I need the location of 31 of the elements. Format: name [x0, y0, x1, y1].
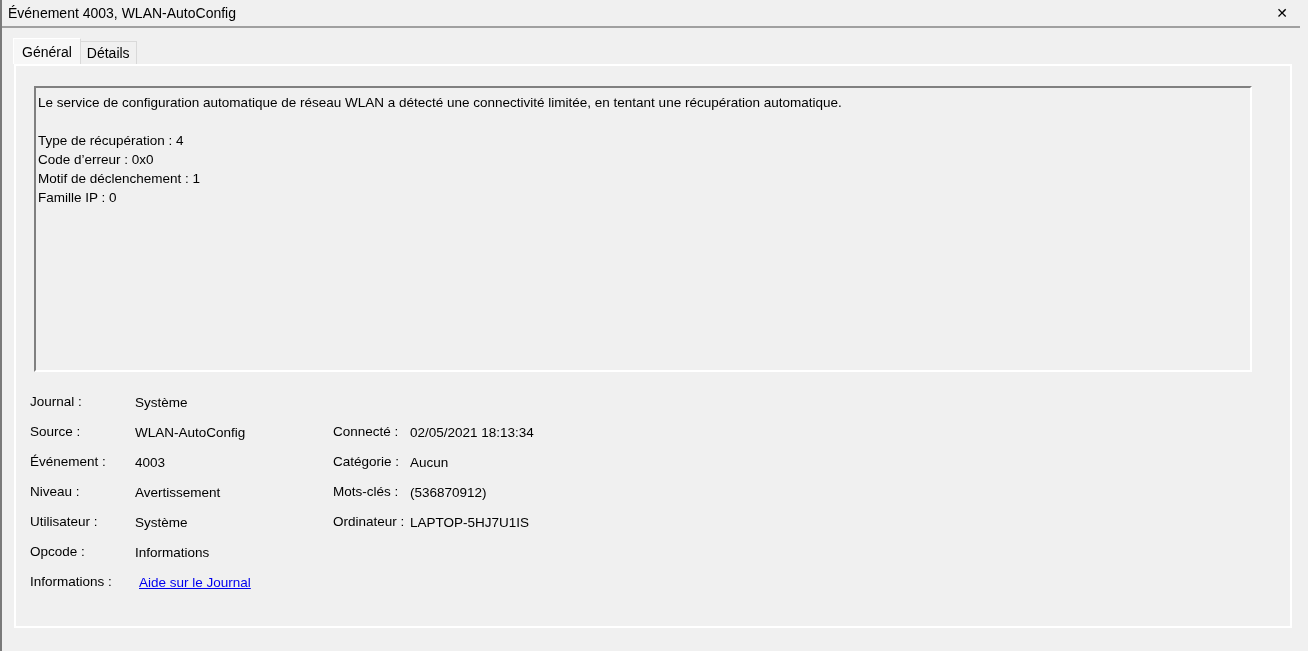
field-value: Système	[135, 514, 189, 530]
event-description: Le service de configuration automatique de réseau WLAN a détecté une connectivité limitée, en tentant une récupération automatique.	[38, 94, 843, 112]
field-value: Aucun	[410, 454, 450, 470]
field-label: Utilisateur :	[30, 513, 99, 529]
event-detail-line: Motif de déclenchement : 1	[38, 170, 202, 188]
field-label: Mots-clés :	[333, 483, 400, 499]
field-label: Opcode :	[30, 543, 86, 559]
field-value: 4003	[135, 454, 167, 470]
field-value: LAPTOP-5HJ7U1IS	[410, 514, 531, 530]
field-label: Journal :	[30, 393, 83, 409]
field-value: WLAN-AutoConfig	[135, 424, 247, 440]
tab[interactable]: Général	[13, 38, 81, 64]
event-detail-line: Type de récupération : 4	[38, 132, 185, 150]
help-link[interactable]: Aide sur le Journal	[139, 572, 333, 590]
field-label: Catégorie :	[333, 453, 401, 469]
field-value: Système	[135, 394, 189, 410]
event-detail-line: Code d’erreur : 0x0	[38, 151, 155, 169]
close-button[interactable]: ✕	[1274, 5, 1290, 21]
field-label: Niveau :	[30, 483, 81, 499]
tab[interactable]: Détails	[79, 41, 137, 64]
field-label: Connecté :	[333, 423, 400, 439]
field-value: 02/05/2021 18:13:34	[410, 424, 535, 440]
field-label: Informations :	[30, 573, 113, 589]
field-label: Événement :	[30, 453, 107, 469]
window-title: Événement 4003, WLAN-AutoConfig	[8, 5, 236, 21]
field-label: Source :	[30, 423, 82, 439]
field-label: Ordinateur :	[333, 513, 406, 529]
field-value: Avertissement	[135, 484, 222, 500]
field-value: (536870912)	[410, 484, 488, 500]
field-value: Informations	[135, 544, 211, 560]
event-detail-line: Famille IP : 0	[38, 189, 118, 207]
